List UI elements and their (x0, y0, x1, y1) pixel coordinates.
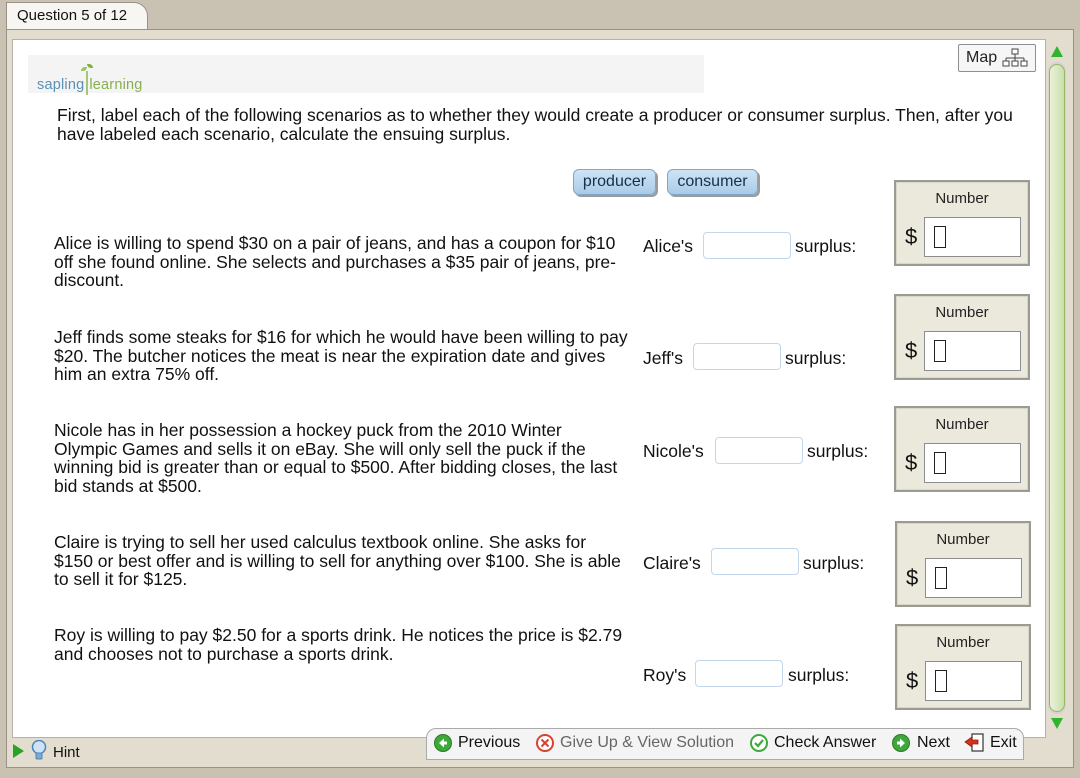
map-button-label: Map (966, 49, 998, 66)
next-arrow-icon[interactable] (892, 734, 910, 752)
scroll-up-arrow-icon[interactable] (1051, 46, 1063, 57)
number-caption: Number (936, 634, 990, 651)
drop-target-alice[interactable] (703, 232, 791, 259)
text-cursor-icon (934, 452, 946, 474)
hint-link[interactable]: Hint (53, 744, 80, 761)
number-caption: Number (935, 304, 989, 321)
text-cursor-icon (935, 670, 947, 692)
previous-arrow-icon[interactable] (434, 734, 452, 752)
surplus-number-input-alice[interactable] (924, 217, 1021, 257)
sprout-icon (81, 64, 94, 95)
next-button[interactable]: Next (917, 734, 950, 752)
drop-target-nicole[interactable] (715, 437, 803, 464)
text-cursor-icon (934, 226, 946, 248)
surplus-number-input-claire[interactable] (925, 558, 1022, 598)
logo-part-sapling: sapling (37, 77, 85, 93)
scroll-thumb[interactable] (1049, 64, 1065, 712)
owner-label-claire: Claire's (643, 553, 701, 573)
sapling-learning-logo: sapling learning (37, 64, 143, 95)
scenario-text-jeff: Jeff finds some steaks for $16 for which… (54, 327, 628, 384)
drop-target-roy[interactable] (695, 660, 783, 687)
number-box-claire: Number $ (895, 521, 1031, 607)
owner-label-nicole: Nicole's (643, 441, 704, 461)
dollar-sign: $ (905, 338, 918, 363)
number-box-jeff: Number $ (894, 294, 1030, 380)
surplus-label-claire: surplus: (803, 553, 865, 573)
vertical-scrollbar[interactable] (1048, 42, 1066, 734)
scenario-text-nicole: Nicole has in her possession a hockey pu… (54, 420, 618, 496)
exit-button[interactable]: Exit (990, 734, 1017, 752)
number-box-alice: Number $ (894, 180, 1030, 266)
check-answer-button[interactable]: Check Answer (774, 734, 876, 752)
exit-door-icon[interactable] (964, 732, 986, 754)
question-instructions: First, label each of the following scena… (57, 105, 1013, 144)
expand-triangle-icon[interactable] (13, 744, 24, 758)
label-chip-producer[interactable]: producer (573, 169, 656, 195)
scenario-text-claire: Claire is trying to sell her used calcul… (54, 532, 621, 589)
surplus-label-roy: surplus: (788, 665, 850, 685)
label-chip-consumer[interactable]: consumer (667, 169, 758, 195)
surplus-label-nicole: surplus: (807, 441, 869, 461)
check-answer-icon[interactable] (750, 734, 768, 752)
lightbulb-icon[interactable] (31, 740, 47, 762)
dollar-sign: $ (905, 450, 918, 475)
give-up-x-icon[interactable] (536, 734, 554, 752)
number-caption: Number (935, 190, 989, 207)
surplus-label-jeff: surplus: (785, 348, 847, 368)
surplus-number-input-jeff[interactable] (924, 331, 1021, 371)
map-button[interactable]: Map (958, 44, 1036, 72)
previous-button[interactable]: Previous (458, 734, 520, 752)
owner-label-jeff: Jeff's (643, 348, 683, 368)
scenario-text-alice: Alice is willing to spend $30 on a pair … (54, 233, 616, 290)
number-box-nicole: Number $ (894, 406, 1030, 492)
question-tab: Question 5 of 12 (6, 2, 148, 29)
number-caption: Number (935, 416, 989, 433)
owner-label-alice: Alice's (643, 236, 694, 256)
dollar-sign: $ (906, 565, 919, 590)
drop-target-jeff[interactable] (693, 343, 781, 370)
number-box-roy: Number $ (895, 624, 1031, 710)
surplus-number-input-roy[interactable] (925, 661, 1022, 701)
dollar-sign: $ (906, 668, 919, 693)
owner-label-roy: Roy's (643, 665, 687, 685)
text-cursor-icon (935, 567, 947, 589)
sitemap-icon (1002, 48, 1028, 67)
logo-part-learning: learning (89, 77, 143, 93)
give-up-view-solution-button[interactable]: Give Up & View Solution (560, 734, 734, 752)
surplus-number-input-nicole[interactable] (924, 443, 1021, 483)
surplus-label-alice: surplus: (795, 236, 857, 256)
text-cursor-icon (934, 340, 946, 362)
drop-target-claire[interactable] (711, 548, 799, 575)
number-caption: Number (936, 531, 990, 548)
scroll-down-arrow-icon[interactable] (1051, 718, 1063, 729)
dollar-sign: $ (905, 224, 918, 249)
scenario-text-roy: Roy is willing to pay $2.50 for a sports… (54, 625, 623, 664)
